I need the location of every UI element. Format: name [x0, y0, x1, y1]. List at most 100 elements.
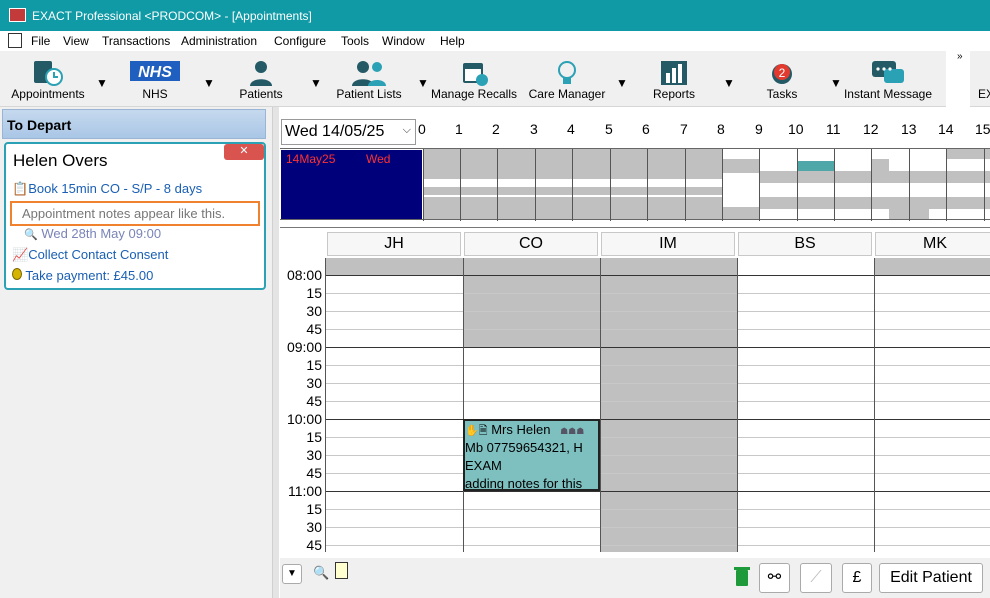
chevron-down-icon[interactable]: ▼ [310, 76, 322, 90]
payment-button[interactable]: £ [842, 563, 872, 593]
collect-consent-link[interactable]: 📈Collect Contact Consent [12, 247, 168, 263]
time-label: 15 [306, 501, 322, 517]
patient-name[interactable]: Helen Overs [13, 151, 107, 171]
column-header-im[interactable]: IM [601, 232, 735, 256]
hour-label: 1 [455, 121, 463, 137]
menu-view[interactable]: View [63, 34, 89, 48]
hour-label: 7 [680, 121, 688, 137]
time-label: 45 [306, 537, 322, 553]
link-button[interactable]: ⚯ [759, 563, 790, 593]
search-icon: 🔍 [24, 229, 38, 241]
menu-help[interactable]: Help [440, 34, 465, 48]
toolbar-patient-lists[interactable]: Patient Lists [333, 51, 405, 107]
column-header-mk[interactable]: MK [875, 232, 990, 256]
toolbar-instant-message[interactable]: Instant Message [842, 51, 934, 107]
appointment-line: Mb 07759654321, H [465, 440, 583, 455]
hour-label: 15 [975, 121, 990, 137]
hour-label: 4 [567, 121, 575, 137]
chevron-down-icon[interactable]: ▼ [203, 76, 215, 90]
toolbar-reports[interactable]: Reports [640, 51, 708, 107]
toolbar-patients[interactable]: Patients [226, 51, 296, 107]
time-label: 30 [306, 303, 322, 319]
chevron-down-icon: ⌵ [402, 124, 411, 136]
hour-label: 5 [605, 121, 613, 137]
dropdown-button[interactable]: ▼ [282, 564, 302, 584]
to-depart-header: To Depart [2, 109, 266, 139]
appointment-line: adding notes for this [465, 476, 583, 491]
time-label: 15 [306, 357, 322, 373]
clipboard-icon: 📋 [12, 181, 29, 196]
column-header-bs[interactable]: BS [738, 232, 872, 256]
link-icon: ⚯ [767, 569, 782, 586]
column-header-jh[interactable]: JH [327, 232, 461, 256]
toolbar-extra[interactable]: EX [978, 87, 990, 101]
patient-icon [250, 61, 272, 86]
chevron-down-icon[interactable]: ▼ [723, 76, 735, 90]
chevron-down-icon[interactable]: ▼ [830, 76, 842, 90]
toolbar-nhs[interactable]: NHS NHS [120, 51, 190, 107]
chevron-down-icon[interactable]: ▼ [96, 76, 108, 90]
menu-window[interactable]: Window [382, 34, 425, 48]
column-header-co[interactable]: CO [464, 232, 598, 256]
menu-transactions[interactable]: Transactions [102, 34, 170, 48]
time-label: 15 [306, 285, 322, 301]
date-selector[interactable]: Wed 14/05/25 ⌵ [281, 119, 416, 145]
hour-label: 10 [788, 121, 804, 137]
book-appointment-link[interactable]: 📋Book 15min CO - S/P - 8 days [12, 181, 202, 197]
toolbar-care-manager[interactable]: Care Manager [526, 51, 608, 107]
time-label: 45 [306, 393, 322, 409]
hour-label: 0 [418, 121, 426, 137]
time-label: 45 [306, 465, 322, 481]
hour-label: 13 [901, 121, 917, 137]
hour-label: 8 [717, 121, 725, 137]
chevron-down-icon[interactable]: ▼ [616, 76, 628, 90]
menu-administration[interactable]: Administration [181, 34, 257, 48]
treatment-button[interactable]: ⟋ [800, 563, 832, 593]
hour-label: 2 [492, 121, 500, 137]
menu-configure[interactable]: Configure [274, 34, 326, 48]
dental-chair-icon: ⟋ [810, 569, 822, 586]
day-overview[interactable]: 14May25 Wed [280, 148, 990, 221]
overview-grid[interactable] [423, 149, 990, 221]
appointment-schedule[interactable]: JH CO IM BS MK 08:00 15 30 45 09:00 15 3… [280, 227, 990, 553]
hour-label: 14 [938, 121, 954, 137]
trash-icon[interactable] [734, 565, 750, 587]
calendar-recall-icon [463, 63, 488, 86]
time-column: 08:00 15 30 45 09:00 15 30 45 10:00 15 3… [280, 258, 326, 553]
time-label: 30 [306, 375, 322, 391]
take-payment-link[interactable]: Take payment: £45.00 [12, 268, 153, 283]
time-label: 10:00 [286, 411, 322, 427]
clipboard-icon[interactable] [335, 562, 348, 579]
hour-label: 12 [863, 121, 879, 137]
hand-icon: ✋ [465, 425, 479, 437]
note-icon: 🗎 [478, 425, 488, 437]
toolbar-overflow[interactable]: » [946, 51, 970, 107]
close-button[interactable]: ✕ [224, 144, 264, 160]
selected-day-cell[interactable]: 14May25 Wed [281, 150, 422, 219]
document-icon[interactable] [8, 33, 22, 48]
toolbar: Appointments ▼ NHS NHS ▼ Patients ▼ Pati… [0, 51, 990, 107]
panel-splitter[interactable] [272, 107, 279, 598]
chat-bubbles-icon [872, 61, 904, 83]
reports-chart-icon [661, 61, 687, 85]
window-title: EXACT Professional <PRODCOM> - [Appointm… [32, 9, 312, 23]
toolbar-manage-recalls[interactable]: Manage Recalls [430, 51, 518, 107]
chevron-down-icon[interactable]: ▼ [417, 76, 429, 90]
chart-trend-icon: 📈 [12, 247, 29, 262]
appointments-icon [34, 61, 63, 86]
coin-icon [12, 268, 22, 280]
booked-date[interactable]: 🔍 Wed 28th May 09:00 [24, 226, 161, 241]
menu-file[interactable]: File [31, 34, 50, 48]
toolbar-tasks[interactable]: 2 Tasks [752, 51, 812, 107]
edit-patient-button[interactable]: Edit Patient [879, 563, 983, 593]
time-label: 11:00 [288, 483, 322, 499]
search-icon[interactable]: 🔍 [313, 565, 329, 581]
hour-label: 6 [642, 121, 650, 137]
menu-tools[interactable]: Tools [341, 34, 369, 48]
time-label: 15 [306, 429, 322, 445]
nhs-logo-icon: NHS [130, 61, 180, 81]
svg-text:NHS: NHS [138, 64, 172, 81]
appointment-block[interactable]: ✋🗎 Mrs Helen ☗☗☗ Mb 07759654321, H EXAM … [463, 419, 600, 491]
menu-bar: File View Transactions Administration Co… [0, 31, 990, 51]
toolbar-appointments[interactable]: Appointments [0, 51, 96, 107]
